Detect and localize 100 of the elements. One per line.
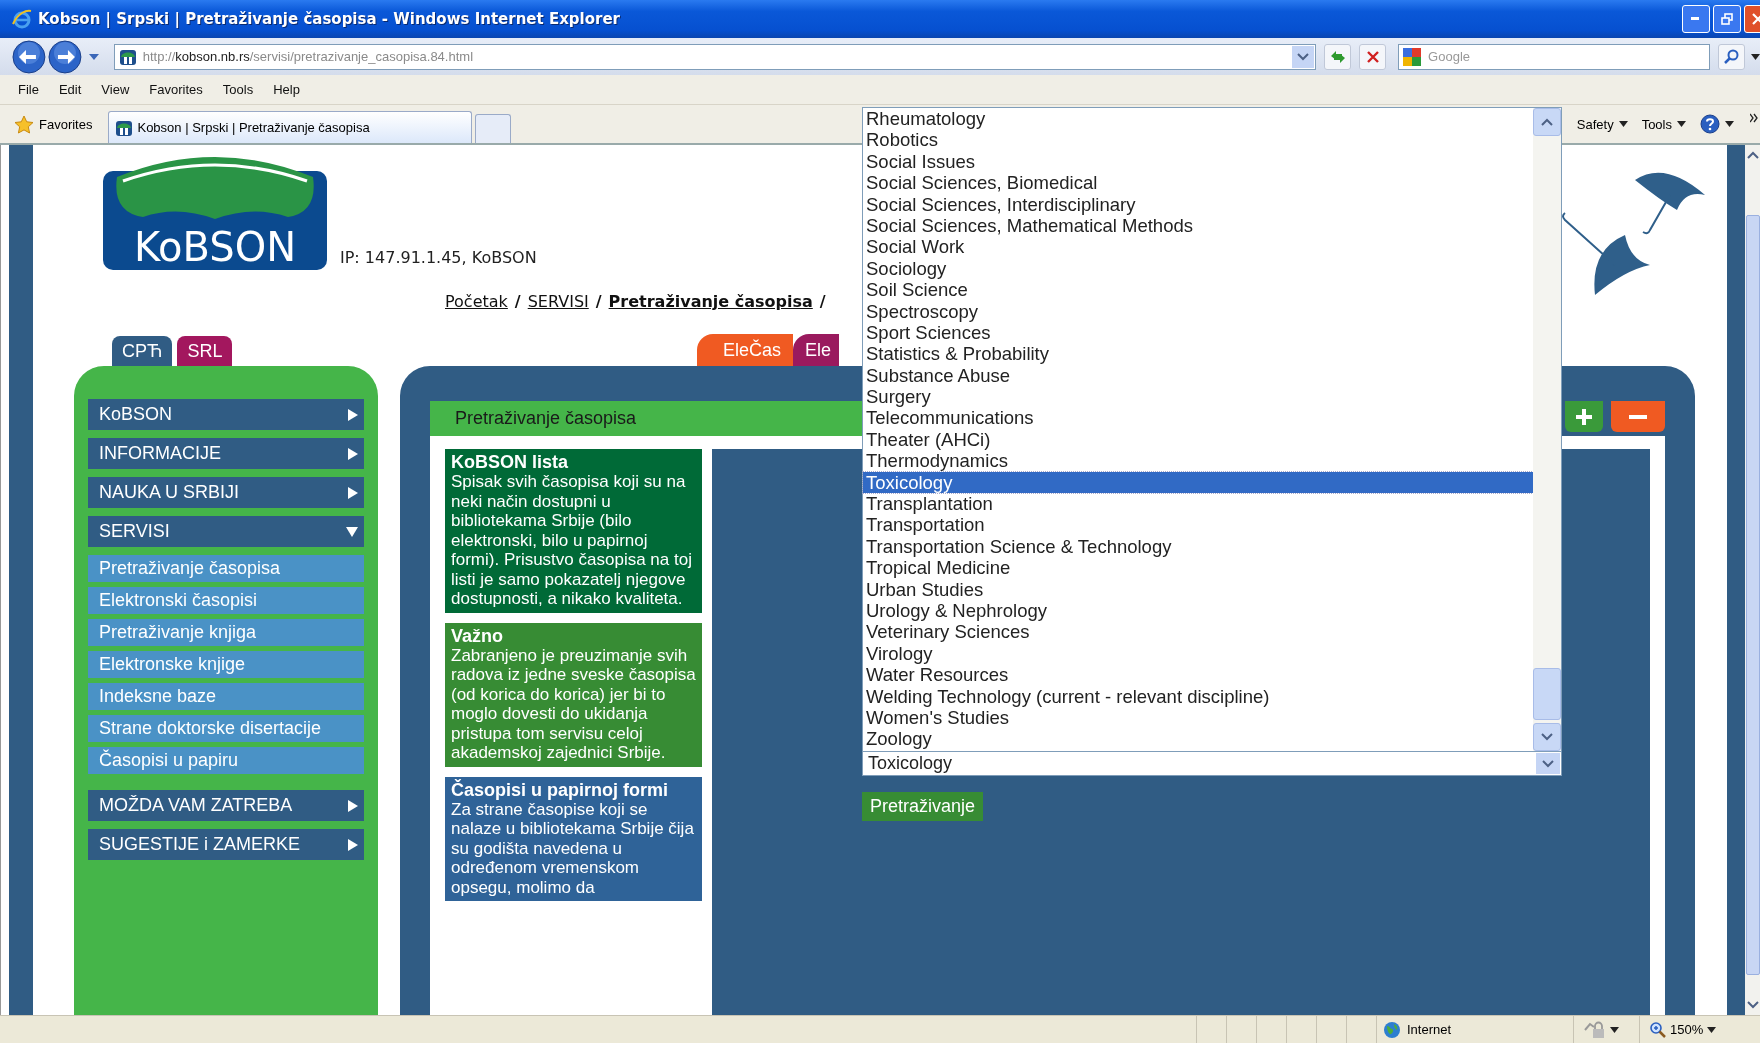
- language-tab[interactable]: SRL: [177, 336, 233, 366]
- breadcrumb-link[interactable]: Početak: [445, 291, 508, 311]
- nav-item[interactable]: KoBSON: [88, 399, 364, 430]
- info-box-text: Za strane časopise koji se nalaze u bibliotekama Srbije čija su godišta navedena u određenom vremenskom opsegu, molimo da: [451, 799, 695, 897]
- dropdown-option[interactable]: Social Sciences, Interdisciplinary: [863, 193, 1533, 215]
- dropdown-option[interactable]: Soil Science: [863, 279, 1533, 301]
- dropdown-option[interactable]: Robotics: [863, 129, 1533, 151]
- dropdown-option[interactable]: Substance Abuse: [863, 364, 1533, 387]
- dropdown-option[interactable]: Tropical Medicine: [863, 557, 1533, 579]
- dropdown-option[interactable]: Social Sciences, Mathematical Methods: [863, 214, 1533, 237]
- help-icon: [1700, 114, 1720, 134]
- favorites-button[interactable]: Favorites: [14, 107, 93, 141]
- breadcrumb-link[interactable]: Pretraživanje časopisa: [608, 291, 813, 311]
- caret-icon: [1725, 121, 1734, 127]
- dropdown-option[interactable]: Social Sciences, Biomedical: [863, 172, 1533, 194]
- dropdown-option[interactable]: Social Issues: [863, 150, 1533, 173]
- caret-icon: [1677, 121, 1686, 127]
- dropdown-option[interactable]: Veterinary Sciences: [863, 621, 1533, 643]
- search-field[interactable]: Google: [1398, 43, 1711, 70]
- restore-icon: [1721, 13, 1733, 25]
- scroll-down-icon[interactable]: [1746, 1001, 1759, 1009]
- caret-icon[interactable]: [1751, 53, 1760, 60]
- dropdown-option[interactable]: Women's Studies: [863, 706, 1533, 729]
- dropdown-option[interactable]: Welding Technology (current - relevant discipline): [863, 685, 1533, 707]
- dropdown-option[interactable]: Sport Sciences: [863, 321, 1533, 344]
- security-zone-text: Internet: [1407, 1022, 1452, 1037]
- minus-button[interactable]: [1611, 401, 1665, 432]
- scroll-down-button[interactable]: [1533, 723, 1561, 751]
- scroll-up-icon[interactable]: [1746, 151, 1759, 159]
- zoom-button[interactable]: 150%: [1639, 1016, 1760, 1043]
- dropdown-option[interactable]: Sociology: [863, 257, 1533, 280]
- toolbar-button[interactable]: Tools: [1637, 114, 1690, 134]
- globe-icon: [1383, 1020, 1401, 1039]
- minimize-button[interactable]: [1682, 5, 1710, 33]
- dropdown-option[interactable]: Transportation Science & Technology: [863, 535, 1533, 558]
- caret-icon: [1707, 1026, 1717, 1033]
- scrollbar-thumb[interactable]: [1533, 668, 1561, 720]
- close-icon: [1365, 49, 1380, 64]
- toolbar-button[interactable]: Safety: [1572, 114, 1632, 134]
- scroll-up-button[interactable]: [1533, 108, 1561, 136]
- menu-item[interactable]: Edit: [50, 82, 90, 97]
- dropdown-option[interactable]: Virology: [863, 642, 1533, 665]
- menu-item[interactable]: Favorites: [141, 82, 211, 97]
- back-button[interactable]: [12, 39, 46, 74]
- nav-item[interactable]: SUGESTIJE i ZAMERKE: [88, 829, 364, 860]
- chevron-up-icon: [1541, 118, 1553, 126]
- dropdown-option[interactable]: Toxicology: [863, 471, 1533, 494]
- info-box-title: Važno: [451, 626, 504, 646]
- browser-icon: [12, 9, 32, 29]
- chevron-down-icon: [1542, 759, 1554, 768]
- select-field[interactable]: Toxicology: [862, 751, 1562, 776]
- breadcrumb-separator: /: [595, 291, 602, 311]
- zoom-icon: [1650, 1021, 1666, 1038]
- refresh-button[interactable]: [1324, 43, 1352, 70]
- search-icon: [1723, 48, 1740, 65]
- nav-item[interactable]: SERVISI: [88, 516, 364, 547]
- url-text: http://kobson.nb.rs/servisi/pretrazivanje_casopisa.84.html: [142, 49, 475, 64]
- caret-icon: [1618, 121, 1628, 127]
- dropdown-option[interactable]: Urology & Nephrology: [863, 600, 1533, 622]
- menu-item[interactable]: Tools: [214, 82, 262, 97]
- dropdown-option[interactable]: Social Work: [863, 236, 1533, 258]
- dropdown-option[interactable]: Spectroscopy: [863, 300, 1533, 322]
- dropdown-button[interactable]: [1536, 753, 1560, 774]
- dropdown-option[interactable]: Transplantation: [863, 493, 1533, 515]
- language-tab[interactable]: CPЋ: [112, 336, 173, 366]
- dropdown-option[interactable]: Urban Studies: [863, 578, 1533, 600]
- nav-item[interactable]: NAUKA U SRBIJI: [88, 477, 364, 508]
- dropdown-option[interactable]: Telecommunications: [863, 407, 1533, 429]
- menu-item[interactable]: View: [93, 82, 138, 97]
- breadcrumb-link[interactable]: SERVISI: [527, 291, 589, 311]
- nav-item[interactable]: INFORMACIJE: [88, 438, 364, 469]
- dropdown-option[interactable]: Thermodynamics: [863, 450, 1533, 472]
- stop-button[interactable]: [1359, 43, 1387, 70]
- site-icon: [115, 118, 134, 137]
- nav-item[interactable]: MOŽDA VAM ZATREBA: [88, 790, 364, 821]
- chevron-icon[interactable]: [1750, 113, 1758, 123]
- breadcrumb-separator: /: [819, 291, 826, 311]
- address-field[interactable]: http://kobson.nb.rs/servisi/pretrazivanje_casopisa.84.html: [113, 43, 1317, 70]
- dropdown-option[interactable]: Transportation: [863, 514, 1533, 536]
- dropdown-button[interactable]: [1292, 45, 1315, 68]
- info-box-title: KoBSON lista: [451, 453, 570, 472]
- dropdown-option[interactable]: Zoology: [863, 728, 1533, 750]
- service-tab[interactable]: Ele: [793, 334, 840, 366]
- forward-button[interactable]: [47, 39, 82, 74]
- menu-item[interactable]: File: [10, 82, 47, 97]
- browser-tab[interactable]: Kobson | Srpski | Pretraživanje časopisa: [108, 111, 473, 143]
- menu-item[interactable]: Help: [265, 82, 308, 97]
- plus-button[interactable]: [1565, 401, 1603, 432]
- dropdown-option[interactable]: Water Resources: [863, 664, 1533, 686]
- chevron-down-icon: [1297, 52, 1310, 61]
- info-box-text: Spisak svih časopisa koji su na neki način dostupni u bibliotekama Srbije (bilo elektronski, bilo u papirnoj formi). Prisustvo časopisa na toj listi je samo pokazatelj njegove dostupnosti, a nikako kvaliteta.: [451, 472, 693, 609]
- search-button[interactable]: Pretraživanje: [862, 792, 984, 821]
- scrollbar[interactable]: [1533, 108, 1561, 751]
- dropdown-option[interactable]: Statistics & Probability: [863, 343, 1533, 365]
- restore-button[interactable]: [1713, 5, 1741, 33]
- dropdown-option[interactable]: Rheumatology: [863, 108, 1533, 130]
- select-value: Toxicology: [868, 753, 954, 774]
- info-box-title: Časopisi u papirnoj formi: [451, 780, 670, 800]
- caret-icon[interactable]: [1610, 1026, 1619, 1033]
- search-button[interactable]: [1718, 43, 1746, 70]
